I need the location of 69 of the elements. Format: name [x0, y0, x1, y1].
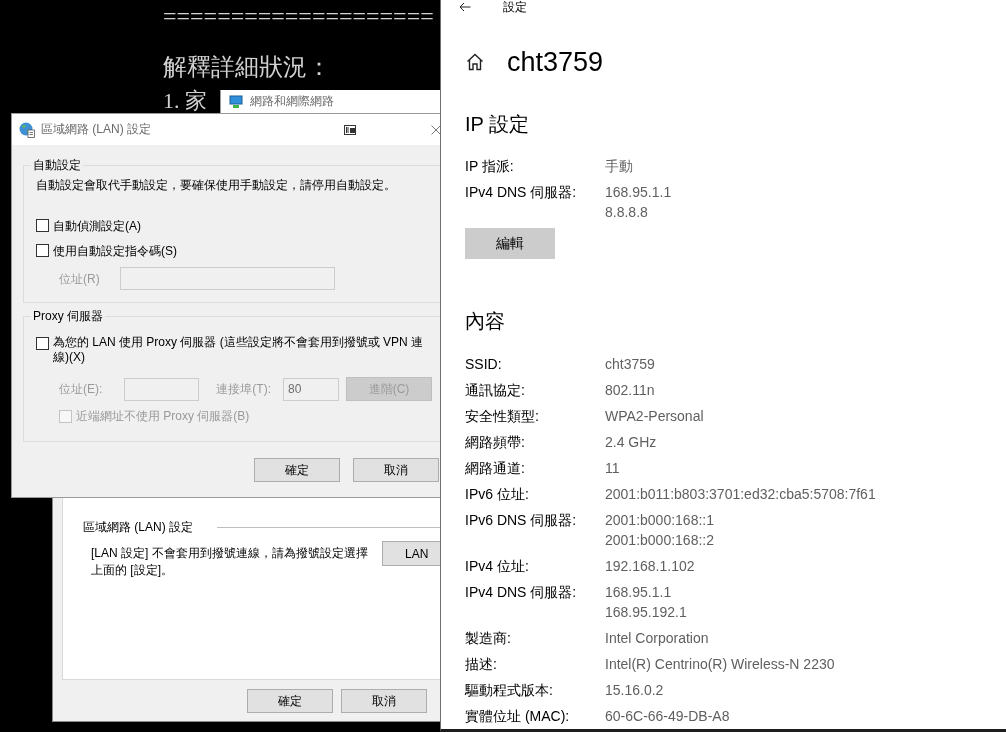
property-label: SSID:: [465, 355, 502, 374]
close-icon[interactable]: [431, 124, 441, 135]
property-value: 手動: [605, 157, 633, 176]
property-label: 驅動程式版本:: [465, 681, 553, 700]
property-value: 168.95.1.1: [605, 583, 672, 602]
property-value: 11: [605, 459, 620, 478]
property-value: WPA2-Personal: [605, 407, 704, 426]
description-text: [LAN 設定] 不會套用到撥號連線，請為撥號設定選擇上面的 [設定]。: [91, 545, 369, 579]
globe-icon: [19, 121, 35, 138]
property-label: IPv6 位址:: [465, 485, 529, 504]
dialog-title: 區域網路 (LAN) 設定: [41, 121, 152, 138]
property-value: 2001:b011:b803:3701:ed32:cba5:5708:7f61: [605, 485, 876, 504]
checkbox-label: 為您的 LAN 使用 Proxy 伺服器 (這些設定將不會套用到撥號或 VPN 連線)(X): [53, 335, 425, 365]
checkbox[interactable]: [36, 219, 49, 232]
property-label: IPv4 DNS 伺服器:: [465, 183, 577, 202]
list-item-text: 1. 家: [163, 90, 207, 112]
property-value: 15.16.0.2: [605, 681, 664, 700]
property-value: cht3759: [605, 355, 655, 374]
section-heading: IP 設定: [465, 112, 530, 137]
property-label: IP 指派:: [465, 157, 514, 176]
property-value: 192.168.1.102: [605, 557, 695, 576]
property-label: IPv4 DNS 伺服器:: [465, 583, 577, 602]
rule-text: ====================: [163, 4, 434, 28]
edit-button[interactable]: 編輯: [465, 228, 555, 259]
property-label: 網路通道:: [465, 459, 525, 478]
group-title: Proxy 伺服器: [32, 309, 104, 323]
property-value: 8.8.8.8: [605, 203, 648, 222]
group-title: 自動設定: [32, 158, 82, 172]
property-value: 168.95.192.1: [605, 603, 687, 622]
checkbox-label: 使用自動設定指令碼(S): [53, 244, 177, 258]
property-label: 實體位址 (MAC):: [465, 707, 570, 726]
field-label: 位址(R): [59, 271, 100, 286]
property-value: 2.4 GHz: [605, 433, 657, 452]
checkbox-label: 近端網址不使用 Proxy 伺服器(B): [76, 409, 250, 423]
property-value: 2001:b000:168::2: [605, 531, 714, 550]
property-value: Intel Corporation: [605, 629, 709, 648]
checkbox[interactable]: [36, 337, 49, 350]
cancel-button[interactable]: 取消: [353, 458, 439, 482]
group-title: 區域網路 (LAN) 設定: [83, 520, 193, 534]
back-icon[interactable]: [459, 2, 471, 12]
app-title: 設定: [503, 0, 527, 14]
window-icon: [344, 124, 356, 135]
home-icon[interactable]: [466, 53, 484, 71]
property-value: Intel(R) Centrino(R) Wireless-N 2230: [605, 655, 835, 674]
field-label: 連接埠(T):: [216, 382, 271, 396]
property-value: 60-6C-66-49-DB-A8: [605, 707, 730, 726]
checkbox[interactable]: [36, 244, 49, 257]
ok-button[interactable]: 確定: [247, 689, 333, 713]
ok-button[interactable]: 確定: [254, 458, 340, 482]
monitor-icon: [229, 94, 243, 109]
property-label: 網路頻帶:: [465, 433, 525, 452]
property-value: 802.11n: [605, 381, 655, 400]
property-value: 168.95.1.1: [605, 183, 672, 202]
lan-settings-button[interactable]: LAN: [382, 541, 440, 566]
property-label: IPv4 位址:: [465, 557, 529, 576]
property-label: IPv6 DNS 伺服器:: [465, 511, 577, 530]
window-title: 網路和網際網路: [250, 93, 334, 110]
document-heading: 解釋詳細狀況：: [163, 53, 331, 82]
network-name: cht3759: [507, 46, 604, 79]
section-heading: 內容: [465, 309, 505, 334]
property-label: 通訊協定:: [465, 381, 525, 400]
property-label: 描述:: [465, 655, 497, 674]
description-text: 自動設定會取代手動設定，要確保使用手動設定，請停用自動設定。: [36, 178, 396, 192]
property-value: 2001:b000:168::1: [605, 511, 714, 530]
checkbox-label: 自動偵測設定(A): [53, 219, 141, 233]
field-label: 位址(E):: [59, 382, 103, 396]
property-label: 安全性類型:: [465, 407, 539, 426]
property-label: 製造商:: [465, 629, 511, 648]
cancel-button[interactable]: 取消: [341, 689, 427, 713]
